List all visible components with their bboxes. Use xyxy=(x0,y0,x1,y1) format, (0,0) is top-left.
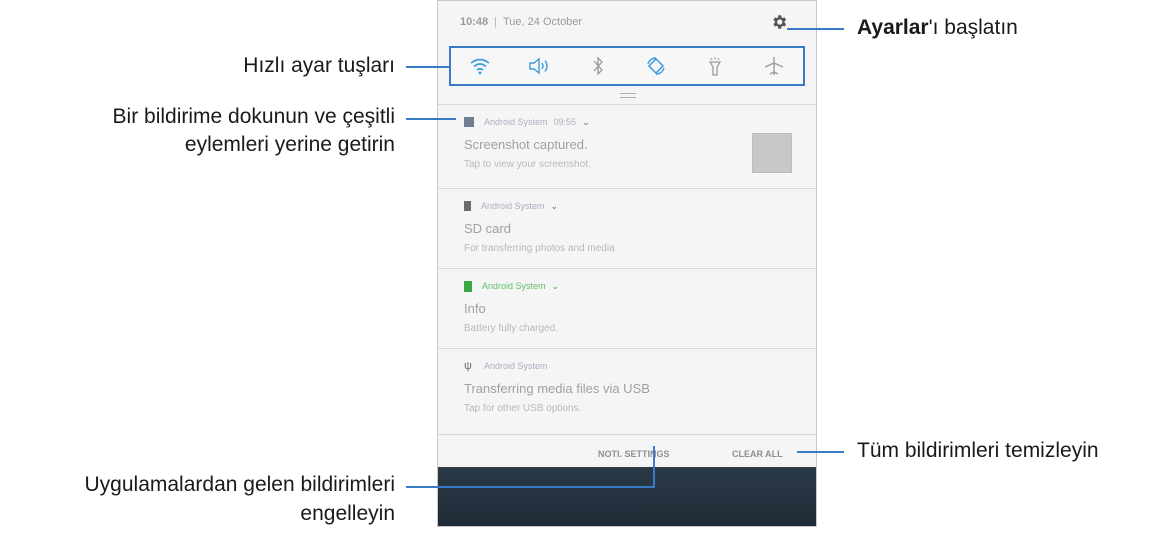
notification-header: Android System ⌄ xyxy=(464,279,559,293)
chevron-down-icon[interactable]: ⌄ xyxy=(551,201,559,212)
usb-icon: ψ xyxy=(464,360,472,372)
clear-all-button[interactable]: CLEAR ALL xyxy=(732,449,783,459)
notification-title: SD card xyxy=(464,221,511,236)
panel-drag-handle[interactable] xyxy=(620,93,636,98)
quick-setting-bluetooth[interactable] xyxy=(583,51,613,81)
wifi-icon xyxy=(470,58,490,75)
callout-block-line1: Uygulamalardan gelen bildirimleri xyxy=(84,473,395,496)
callout-tap-notification-line1: Bir bildirime dokunun ve çeşitli xyxy=(112,105,395,128)
notification-subtitle: For transferring photos and media xyxy=(464,243,615,254)
notification-settings-button[interactable]: NOTI. SETTINGS xyxy=(598,449,670,459)
callout-settings: Ayarlar'ı başlatın xyxy=(857,14,1018,42)
airplane-icon xyxy=(764,57,783,75)
notification-card[interactable]: Android System ⌄ SD card For transferrin… xyxy=(438,188,816,268)
callout-settings-bold: Ayarlar xyxy=(857,16,929,39)
callout-block-line2: engelleyin xyxy=(300,502,395,525)
callout-tap-notification-line2: eylemleri yerine getirin xyxy=(184,133,395,156)
chevron-down-icon[interactable]: ⌄ xyxy=(552,281,560,292)
gear-icon[interactable] xyxy=(770,13,788,31)
notification-panel: 10:48 | Tue, 24 October Android System 0… xyxy=(437,0,817,527)
callout-line-settings xyxy=(787,28,844,30)
callout-line-notif-settings-h xyxy=(406,486,655,488)
notification-app-name: Android System xyxy=(482,281,546,291)
quick-setting-flashlight[interactable] xyxy=(700,51,730,81)
notification-app-name: Android System xyxy=(484,117,548,127)
callout-line-quick-settings xyxy=(406,66,450,68)
notification-card[interactable]: Android System ⌄ Info Battery fully char… xyxy=(438,268,816,348)
quick-setting-sound[interactable] xyxy=(524,51,554,81)
image-icon xyxy=(464,117,474,127)
status-bar: 10:48 | Tue, 24 October xyxy=(438,1,816,43)
notification-header: Android System ⌄ xyxy=(464,199,558,213)
bluetooth-icon xyxy=(593,56,603,76)
notification-actions-bar: NOTI. SETTINGS CLEAR ALL xyxy=(438,434,816,470)
callout-quick-settings: Hızlı ayar tuşları xyxy=(243,54,395,77)
speaker-icon xyxy=(529,57,548,75)
callout-line-notif-settings xyxy=(653,446,655,487)
notification-app-name: Android System xyxy=(484,361,548,371)
home-screen-background xyxy=(438,467,816,526)
quick-setting-wifi[interactable] xyxy=(465,51,495,81)
callout-settings-rest: 'ı başlatın xyxy=(928,16,1018,39)
notification-subtitle: Tap for other USB options. xyxy=(464,403,582,414)
quick-setting-airplane-mode[interactable] xyxy=(759,51,789,81)
notification-header: Android System 09:55 ⌄ xyxy=(464,115,590,129)
notification-header: ψ Android System xyxy=(464,359,548,373)
chevron-down-icon[interactable]: ⌄ xyxy=(582,117,590,128)
status-time: 10:48 xyxy=(460,16,489,28)
notification-subtitle: Tap to view your screenshot. xyxy=(464,159,591,170)
callout-line-notification xyxy=(406,118,456,120)
callout-line-clear-all xyxy=(797,451,844,453)
callout-clear-all: Tüm bildirimleri temizleyin xyxy=(857,439,1099,462)
battery-icon xyxy=(464,280,472,292)
quick-setting-auto-rotate[interactable] xyxy=(641,51,671,81)
notification-card[interactable]: ψ Android System Transferring media file… xyxy=(438,348,816,434)
flashlight-icon xyxy=(708,57,722,76)
sd-card-icon xyxy=(464,201,471,211)
auto-rotate-icon xyxy=(647,57,665,75)
screenshot-thumbnail[interactable] xyxy=(752,133,792,173)
quick-settings-panel xyxy=(449,46,805,86)
notification-card[interactable]: Android System 09:55 ⌄ Screenshot captur… xyxy=(438,104,816,188)
notification-title: Transferring media files via USB xyxy=(464,381,650,396)
notification-time: 09:55 xyxy=(553,117,577,127)
notification-subtitle: Battery fully charged. xyxy=(464,323,558,334)
notification-title: Info xyxy=(464,301,486,316)
notification-app-name: Android System xyxy=(481,201,545,211)
status-separator: | xyxy=(494,16,497,28)
notification-title: Screenshot captured. xyxy=(464,137,588,152)
status-date: Tue, 24 October xyxy=(503,16,583,28)
